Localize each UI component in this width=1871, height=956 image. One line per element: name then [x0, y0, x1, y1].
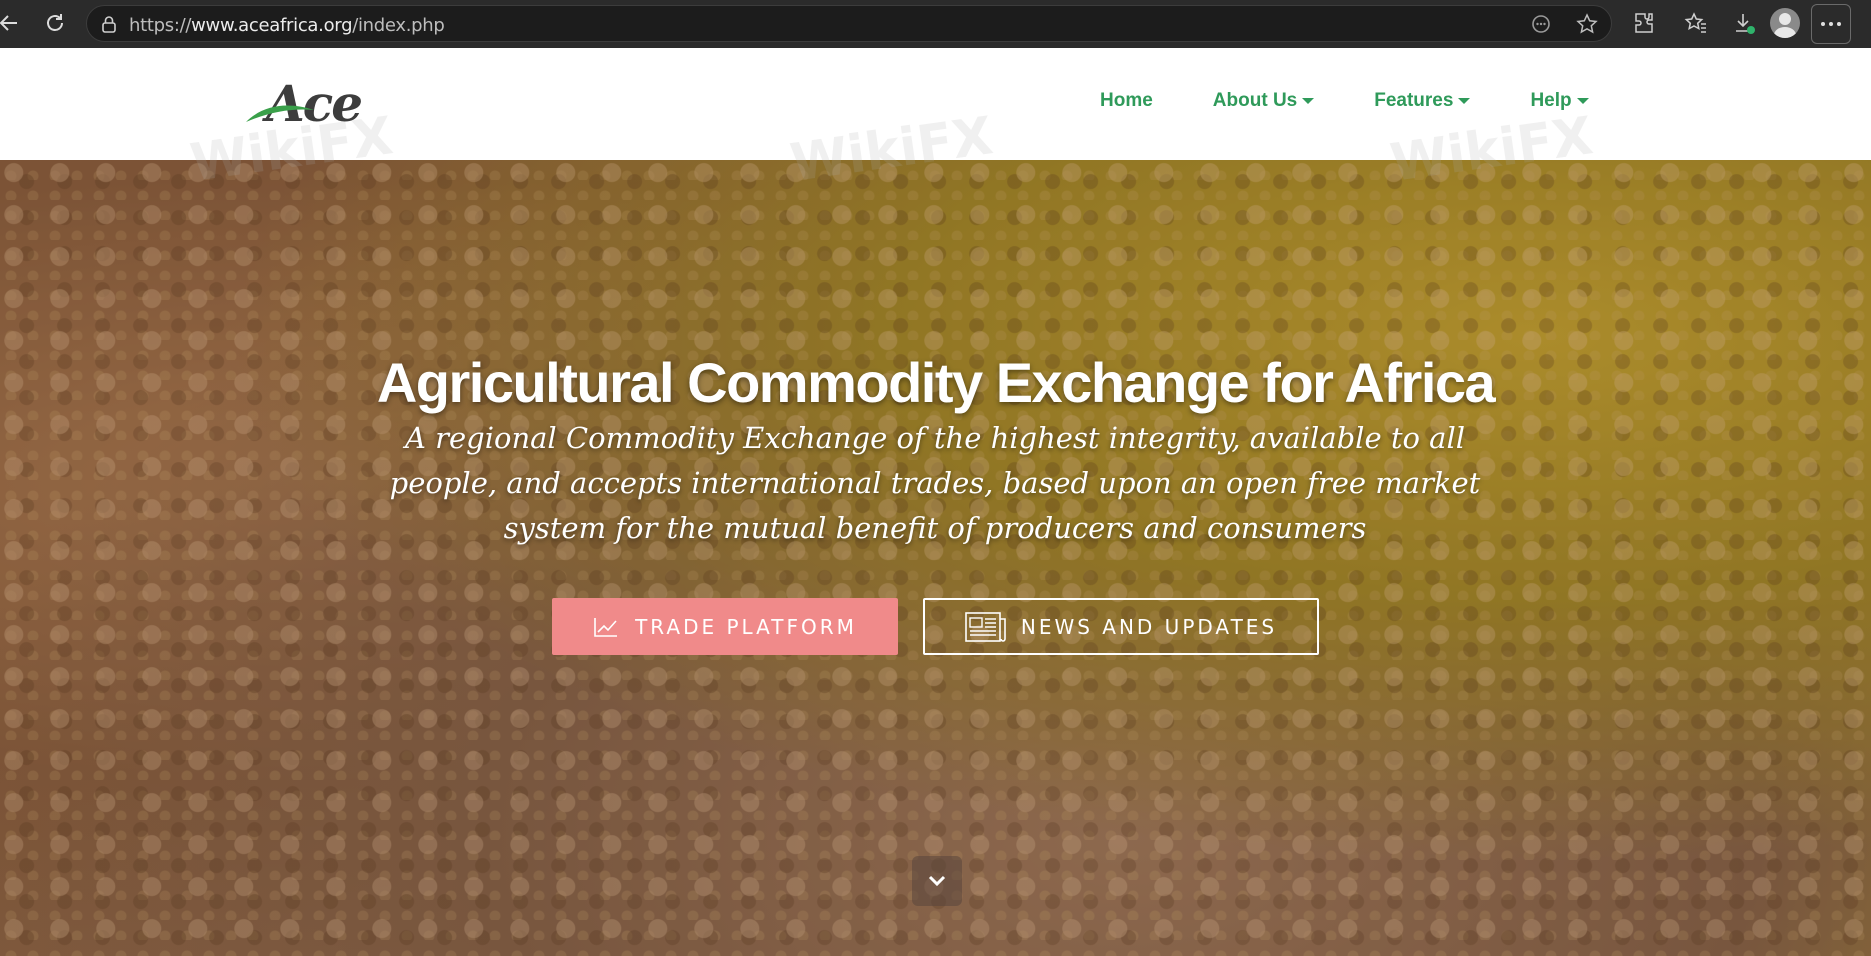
caret-down-icon	[1458, 98, 1471, 104]
url-text: https://www.aceafrica.org/index.php	[129, 15, 445, 36]
profile-avatar[interactable]	[1770, 8, 1800, 38]
url-path: /index.php	[352, 15, 445, 36]
hero-subtitle: A regional Commodity Exchange of the hig…	[389, 421, 1481, 545]
favorites-icon[interactable]	[1682, 9, 1710, 37]
back-icon[interactable]	[0, 8, 24, 38]
url-prefix: https://	[129, 15, 192, 36]
nav-help-label: Help	[1530, 90, 1572, 111]
nav-about-us[interactable]: About Us	[1212, 90, 1315, 112]
favorite-star-icon[interactable]	[1573, 10, 1601, 38]
lock-icon[interactable]	[101, 15, 117, 38]
logo-leaf-icon	[246, 105, 314, 122]
caret-down-icon	[1302, 98, 1315, 104]
caret-down-icon	[1576, 98, 1589, 104]
nav-help[interactable]: Help	[1530, 90, 1589, 112]
news-and-updates-button[interactable]: NEWS AND UPDATES	[923, 598, 1319, 655]
hero-title: Agricultural Commodity Exchange for Afri…	[376, 351, 1496, 414]
scroll-down-button[interactable]	[912, 856, 962, 906]
main-navigation: Home About Us Features Help	[1100, 90, 1649, 112]
refresh-icon[interactable]	[40, 8, 70, 38]
nav-features[interactable]: Features	[1374, 90, 1471, 112]
chevron-down-icon	[928, 875, 946, 887]
address-bar[interactable]: https://www.aceafrica.org/index.php	[86, 5, 1612, 42]
trade-platform-button[interactable]: TRADE PLATFORM	[552, 598, 898, 655]
nav-home-label: Home	[1100, 90, 1153, 111]
url-host: www.aceafrica.org	[191, 15, 353, 36]
extensions-icon[interactable]	[1630, 9, 1658, 37]
chart-line-icon	[594, 617, 618, 637]
more-options-icon[interactable]	[1811, 4, 1851, 44]
tracking-prevention-icon[interactable]	[1527, 10, 1555, 38]
nav-about-us-label: About Us	[1212, 90, 1298, 111]
browser-toolbar: https://www.aceafrica.org/index.php	[0, 0, 1871, 48]
newspaper-icon	[965, 611, 1006, 642]
hero-section: Agricultural Commodity Exchange for Afri…	[0, 160, 1871, 956]
site-header: Ace Home About Us Features Help	[0, 48, 1871, 160]
nav-home[interactable]: Home	[1100, 90, 1153, 112]
nav-features-label: Features	[1374, 90, 1454, 111]
news-and-updates-label: NEWS AND UPDATES	[1020, 614, 1278, 639]
trade-platform-label: TRADE PLATFORM	[635, 614, 857, 639]
downloads-icon[interactable]	[1730, 9, 1758, 37]
hero-overlay	[0, 160, 1871, 956]
site-logo[interactable]: Ace	[244, 74, 374, 134]
